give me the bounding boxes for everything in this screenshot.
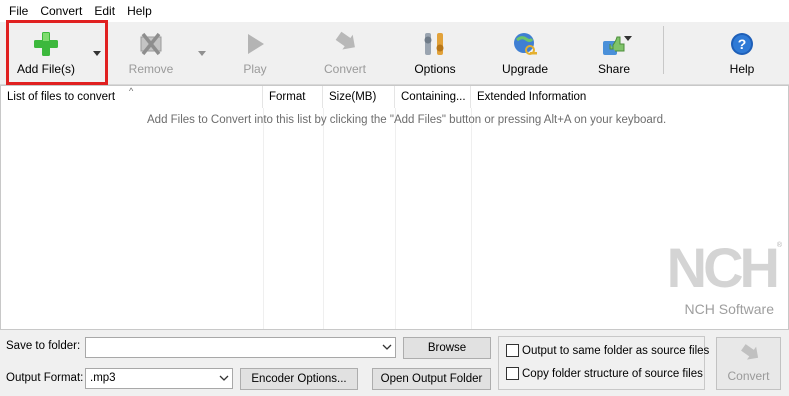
remove-dropdown-icon[interactable] bbox=[197, 48, 207, 58]
add-files-button[interactable]: Add File(s) bbox=[10, 22, 82, 82]
output-format-label: Output Format: bbox=[6, 372, 84, 384]
play-button[interactable]: Play bbox=[227, 22, 283, 82]
plus-icon bbox=[32, 30, 60, 58]
file-list[interactable]: ^ List of files to convert Format Size(M… bbox=[0, 85, 789, 330]
nch-logo-letters: NCH bbox=[666, 236, 780, 299]
convert-button[interactable]: Convert bbox=[716, 337, 781, 390]
column-header-format[interactable]: Format bbox=[263, 86, 323, 108]
play-icon bbox=[241, 30, 269, 58]
menu-help[interactable]: Help bbox=[121, 4, 158, 18]
checkbox[interactable] bbox=[506, 344, 519, 357]
help-label: Help bbox=[729, 62, 755, 76]
save-to-folder-combo[interactable] bbox=[85, 337, 396, 358]
remove-button[interactable]: Remove bbox=[120, 22, 182, 82]
column-header-size[interactable]: Size(MB) bbox=[323, 86, 395, 108]
help-icon: ? bbox=[728, 30, 756, 58]
nch-company-name: NCH Software bbox=[684, 301, 774, 317]
share-label: Share bbox=[597, 62, 631, 76]
remove-icon bbox=[137, 30, 165, 58]
upgrade-label: Upgrade bbox=[501, 62, 549, 76]
file-list-header: ^ List of files to convert Format Size(M… bbox=[1, 86, 788, 108]
options-label: Options bbox=[414, 62, 456, 76]
toolbar-separator bbox=[663, 26, 664, 74]
chevron-down-icon bbox=[382, 344, 392, 350]
upgrade-button[interactable]: Upgrade bbox=[494, 22, 556, 82]
output-format-select[interactable]: .mp3 bbox=[85, 368, 233, 389]
share-dropdown-icon[interactable] bbox=[623, 33, 633, 43]
encoder-options-button[interactable]: Encoder Options... bbox=[240, 368, 358, 390]
copy-folder-structure-checkbox[interactable]: Copy folder structure of source files bbox=[506, 367, 703, 380]
options-icon bbox=[421, 30, 449, 58]
upgrade-icon bbox=[511, 30, 539, 58]
checkbox[interactable] bbox=[506, 367, 519, 380]
save-to-folder-label: Save to folder: bbox=[6, 340, 81, 352]
remove-label: Remove bbox=[128, 62, 174, 76]
browse-button[interactable]: Browse bbox=[403, 337, 491, 359]
menu-bar: File Convert Edit Help bbox=[0, 0, 789, 22]
svg-text:?: ? bbox=[738, 36, 747, 52]
convert-icon bbox=[331, 30, 359, 58]
column-header-extended-info[interactable]: Extended Information bbox=[471, 86, 788, 108]
options-button[interactable]: Options bbox=[404, 22, 466, 82]
registered-mark: ® bbox=[776, 242, 782, 249]
add-files-label: Add File(s) bbox=[16, 62, 75, 76]
sort-up-icon: ^ bbox=[129, 86, 134, 96]
convert-toolbar-label: Convert bbox=[323, 62, 367, 76]
menu-convert[interactable]: Convert bbox=[34, 4, 88, 18]
bottom-panel: Save to folder: Browse Output Format: .m… bbox=[0, 330, 789, 396]
add-files-dropdown-icon[interactable] bbox=[92, 48, 102, 58]
help-button[interactable]: ? Help bbox=[716, 22, 768, 82]
convert-button-label: Convert bbox=[727, 369, 770, 383]
chevron-down-icon bbox=[219, 375, 229, 381]
convert-toolbar-button[interactable]: Convert bbox=[314, 22, 376, 82]
nch-logo: NCH ® NCH Software bbox=[664, 236, 782, 320]
menu-edit[interactable]: Edit bbox=[88, 4, 121, 18]
column-header-file-list[interactable]: ^ List of files to convert bbox=[1, 86, 263, 108]
column-header-containing[interactable]: Containing... bbox=[395, 86, 471, 108]
empty-list-message: Add Files to Convert into this list by c… bbox=[147, 114, 667, 126]
convert-icon bbox=[740, 344, 758, 360]
menu-file[interactable]: File bbox=[3, 4, 34, 18]
share-button[interactable]: Share bbox=[586, 22, 642, 82]
play-label: Play bbox=[243, 62, 267, 76]
open-output-folder-button[interactable]: Open Output Folder bbox=[372, 368, 491, 390]
output-same-folder-checkbox[interactable]: Output to same folder as source files bbox=[506, 344, 709, 357]
toolbar: Add File(s) Remove Play Convert Options … bbox=[0, 22, 789, 85]
